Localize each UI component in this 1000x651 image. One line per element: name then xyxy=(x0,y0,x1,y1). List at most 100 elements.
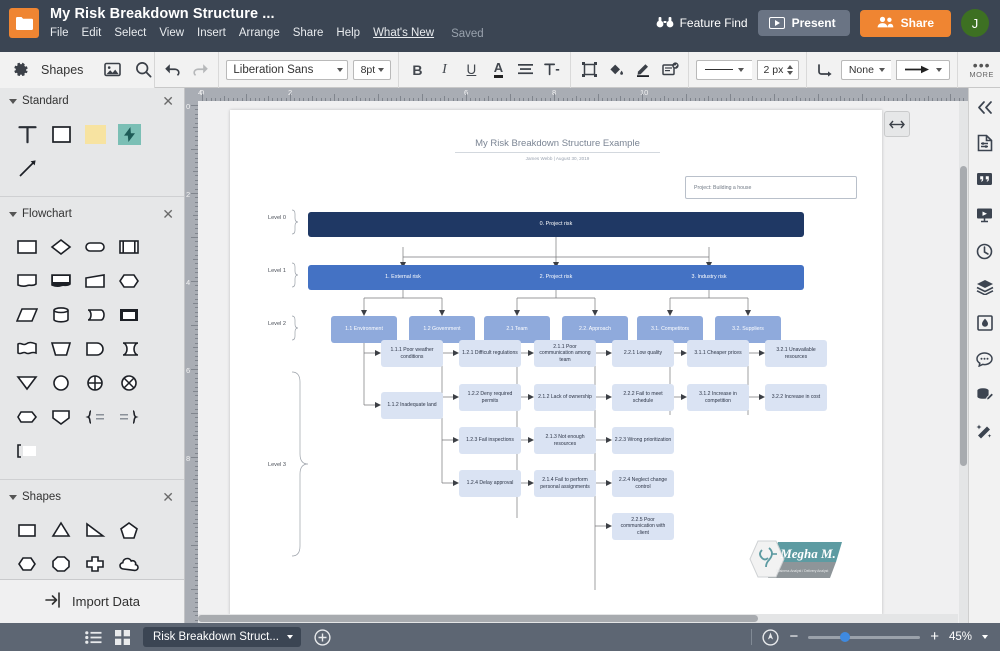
predefined-process-shape-icon[interactable] xyxy=(113,231,145,263)
canvas-area[interactable]: My Risk Breakdown Structure Example Jame… xyxy=(198,101,1000,623)
quick-action-shape-icon[interactable] xyxy=(113,118,145,150)
menu-edit[interactable]: Edit xyxy=(82,26,102,41)
zoom-slider-thumb[interactable] xyxy=(840,632,850,642)
comments-icon[interactable] xyxy=(973,167,997,191)
italic-button[interactable]: I xyxy=(433,59,455,81)
menu-insert[interactable]: Insert xyxy=(197,26,226,41)
node-level3-3-1-2[interactable]: 3.1.2 Increase in competition xyxy=(687,384,749,411)
zoom-level-label[interactable]: 45% xyxy=(949,631,972,643)
chevron-down-icon[interactable] xyxy=(982,635,988,639)
cloud-shape-icon[interactable] xyxy=(113,548,145,580)
node-level3-2-1-1[interactable]: 2.1.1 Poor communication among team xyxy=(534,340,596,367)
node-level3-1-1-1[interactable]: 1.1.1 Poor weather conditions xyxy=(381,340,443,367)
user-avatar[interactable]: J xyxy=(961,9,989,37)
fill-color-icon[interactable] xyxy=(605,59,627,81)
line-arrow-shape-icon[interactable] xyxy=(11,152,43,184)
node-level2-competitors[interactable]: 3.1. Competitors xyxy=(637,316,703,343)
node-level3-1-2-2[interactable]: 1.2.2 Deny required permits xyxy=(459,384,521,411)
decision-shape-icon[interactable] xyxy=(45,231,77,263)
data-shape-icon[interactable] xyxy=(11,299,43,331)
grid-view-icon[interactable] xyxy=(115,630,130,645)
rectangle-shape-icon[interactable] xyxy=(45,118,77,150)
text-shape-icon[interactable] xyxy=(11,118,43,150)
node-level3-2-2-5[interactable]: 2.2.5 Poor communication with client xyxy=(612,513,674,540)
import-data-button[interactable]: Import Data xyxy=(0,579,185,623)
manual-operation-shape-icon[interactable] xyxy=(45,333,77,365)
history-icon[interactable] xyxy=(973,239,997,263)
direct-data-shape-icon[interactable] xyxy=(79,299,111,331)
process-shape-icon[interactable] xyxy=(11,231,43,263)
more-options-button[interactable]: ••• MORE xyxy=(965,61,998,79)
node-level1-industry-risk[interactable]: 3. Industry risk xyxy=(614,265,804,290)
vertical-scrollbar-thumb[interactable] xyxy=(960,166,967,466)
list-view-icon[interactable] xyxy=(85,631,102,644)
flowchart-section-header[interactable]: Flowchart ✕ xyxy=(0,201,184,227)
hexagon-shape-icon[interactable] xyxy=(11,548,43,580)
page-tab[interactable]: Risk Breakdown Struct... xyxy=(143,627,301,647)
document-title[interactable]: My Risk Breakdown Structure ... xyxy=(50,5,656,23)
standard-section-header[interactable]: Standard ✕ xyxy=(0,88,184,114)
preparation-shape-icon[interactable] xyxy=(113,265,145,297)
magic-wand-icon[interactable] xyxy=(973,419,997,443)
annotation-left-shape-icon[interactable] xyxy=(113,401,145,433)
menu-share[interactable]: Share xyxy=(293,26,324,41)
octagon-shape-icon[interactable] xyxy=(45,548,77,580)
node-level2-environment[interactable]: 1.1 Environment xyxy=(331,316,397,343)
line-style-select[interactable] xyxy=(696,60,752,80)
text-align-button[interactable] xyxy=(514,59,536,81)
vertical-scrollbar[interactable] xyxy=(959,101,968,623)
node-level3-1-1-2[interactable]: 1.1.2 Inadequate land xyxy=(381,392,443,419)
annotation-right-shape-icon[interactable] xyxy=(79,401,111,433)
manual-input-shape-icon[interactable] xyxy=(79,265,111,297)
node-level3-2-1-3[interactable]: 2.1.3 Not enough resources xyxy=(534,427,596,454)
presentation-icon[interactable] xyxy=(973,203,997,227)
stored-data-shape-icon[interactable] xyxy=(113,333,145,365)
node-level2-suppliers[interactable]: 3.2. Suppliers xyxy=(715,316,781,343)
menu-file[interactable]: File xyxy=(50,26,69,41)
node-level3-1-2-3[interactable]: 1.2.3 Fail inspections xyxy=(459,427,521,454)
horizontal-scrollbar-thumb[interactable] xyxy=(198,615,758,622)
zoom-slider[interactable] xyxy=(808,636,920,639)
feature-find-button[interactable]: Feature Find xyxy=(656,16,748,31)
font-family-select[interactable]: Liberation Sans xyxy=(226,60,348,80)
undo-icon[interactable] xyxy=(162,59,184,81)
collapse-icon[interactable] xyxy=(973,95,997,119)
horizontal-scrollbar[interactable] xyxy=(198,614,958,623)
right-triangle-shape-icon[interactable] xyxy=(79,514,111,546)
zoom-out-button[interactable]: − xyxy=(789,631,798,643)
node-level2-government[interactable]: 1.2 Government xyxy=(409,316,475,343)
menu-whats-new[interactable]: What's New xyxy=(373,26,434,41)
document-page[interactable]: My Risk Breakdown Structure Example Jame… xyxy=(230,110,882,615)
node-level3-1-2-4[interactable]: 1.2.4 Delay approval xyxy=(459,470,521,497)
node-level3-2-2-4[interactable]: 2.2.4 Neglect change control xyxy=(612,470,674,497)
node-level3-3-2-1[interactable]: 3.2.1 Unavailable resources xyxy=(765,340,827,367)
sticky-note-shape-icon[interactable] xyxy=(79,118,111,150)
text-color-button[interactable]: A xyxy=(487,59,509,81)
database-shape-icon[interactable] xyxy=(45,299,77,331)
shapes-section-header[interactable]: Shapes ✕ xyxy=(0,484,184,510)
share-button[interactable]: Share xyxy=(860,10,951,37)
text-options-button[interactable] xyxy=(541,59,563,81)
multi-document-shape-icon[interactable] xyxy=(45,265,77,297)
arrow-start-select[interactable]: None xyxy=(841,60,891,80)
node-level3-2-1-4[interactable]: 2.1.4 Fail to perform personal assignmen… xyxy=(534,470,596,497)
node-level0-project-risk[interactable]: 0. Project risk xyxy=(308,212,804,237)
node-level3-3-1-1[interactable]: 3.1.1 Cheaper prices xyxy=(687,340,749,367)
navigator-icon[interactable] xyxy=(762,629,779,646)
summing-junction-shape-icon[interactable] xyxy=(79,367,111,399)
document-shape-icon[interactable] xyxy=(11,265,43,297)
multi-doc-wave-shape-icon[interactable] xyxy=(11,333,43,365)
menu-help[interactable]: Help xyxy=(336,26,360,41)
internal-storage-shape-icon[interactable] xyxy=(113,299,145,331)
app-logo-icon[interactable] xyxy=(9,8,39,38)
line-width-stepper[interactable]: 2 px xyxy=(757,60,799,80)
close-icon[interactable]: ✕ xyxy=(162,491,174,503)
pentagon-shape-icon[interactable] xyxy=(113,514,145,546)
theme-fill-icon[interactable] xyxy=(973,311,997,335)
or-shape-icon[interactable] xyxy=(113,367,145,399)
close-icon[interactable]: ✕ xyxy=(162,208,174,220)
underline-button[interactable]: U xyxy=(460,59,482,81)
node-level3-1-2-1[interactable]: 1.2.1 Difficult regulations xyxy=(459,340,521,367)
redo-icon[interactable] xyxy=(189,59,211,81)
bold-button[interactable]: B xyxy=(406,59,428,81)
